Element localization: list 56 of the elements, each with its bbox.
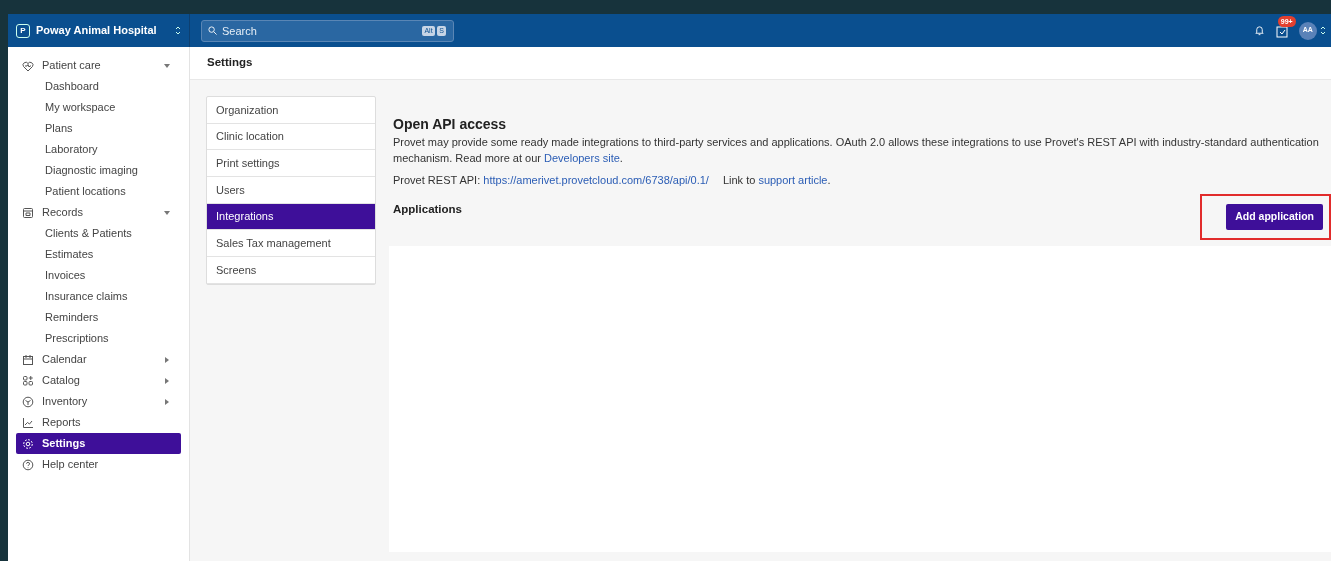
calendar-icon [22, 353, 34, 366]
support-link-text: Link to support article. [722, 173, 831, 189]
settings-menu-item[interactable]: Screens [207, 257, 375, 284]
sidebar-subitem[interactable]: Prescriptions [16, 328, 181, 349]
add-application-button[interactable]: Add application [1226, 203, 1323, 230]
gear-icon [22, 437, 34, 450]
api-url-link[interactable]: https://amerivet.provetcloud.com/6738/api/0.1/ [483, 174, 709, 187]
caret-icon [163, 398, 170, 405]
sidebar-subitem[interactable]: Patient locations [16, 181, 181, 202]
switch-icon[interactable] [175, 26, 181, 35]
page-title: Settings [190, 47, 1331, 80]
grid-icon [22, 374, 34, 387]
settings-menu-item[interactable]: Integrations [207, 203, 375, 231]
api-url-text: Provet REST API: https://amerivet.provetcloud.com/6738/api/0.1/ [393, 173, 709, 189]
caret-icon [163, 209, 170, 216]
search-icon [208, 25, 217, 35]
org-name[interactable]: Poway Animal Hospital [36, 22, 157, 39]
sidebar-item[interactable]: Patient care [16, 55, 181, 76]
switch-icon[interactable] [1319, 26, 1326, 35]
sidebar-subitem[interactable]: Estimates [16, 244, 181, 265]
sidebar-item[interactable]: Settings [16, 433, 181, 454]
sidebar-subitem[interactable]: Diagnostic imaging [16, 160, 181, 181]
sidebar-subitem[interactable]: Reminders [16, 307, 181, 328]
sidebar-item[interactable]: Reports [16, 412, 181, 433]
sidebar-subitem[interactable]: My workspace [16, 97, 181, 118]
bell-icon[interactable] [1253, 25, 1265, 36]
box-icon [22, 395, 34, 408]
sidebar-item[interactable]: Records [16, 202, 181, 223]
settings-menu-item[interactable]: Users [207, 177, 375, 204]
help-icon [22, 458, 34, 471]
sidebar-subitem[interactable]: Dashboard [16, 76, 181, 97]
settings-menu-item[interactable]: Print settings [207, 150, 375, 178]
applications-title: Applications [393, 201, 462, 217]
org-initial: P [16, 23, 30, 38]
sidebar-subitem[interactable]: Clients & Patients [16, 223, 181, 244]
calendar-icon[interactable] [1275, 24, 1288, 38]
sidebar-item[interactable]: Help center [16, 454, 181, 475]
settings-menu-item[interactable]: Clinic location [207, 123, 375, 151]
sidebar-subitem[interactable]: Invoices [16, 265, 181, 286]
sidebar-item[interactable]: Calendar [16, 349, 181, 370]
chart-icon [22, 416, 34, 429]
caret-icon [163, 356, 170, 363]
sidebar-subitem[interactable]: Plans [16, 118, 181, 139]
sidebar-item[interactable]: Inventory [16, 391, 181, 412]
developers-site-link[interactable]: Developers site [544, 151, 620, 164]
settings-menu-item[interactable]: Sales Tax management [207, 230, 375, 258]
caret-icon [163, 62, 170, 69]
sidebar-subitem[interactable]: Laboratory [16, 139, 181, 160]
sidebar-item[interactable]: Catalog [16, 370, 181, 391]
description-text: Provet may provide some ready made integrations to third-party services and applications. OAuth 2.0 allows these integrations to use Provet's REST API with industry-standard authentication mechanism. Read more at our Developers site. [393, 135, 1320, 166]
settings-menu-item[interactable]: Organization [207, 97, 375, 124]
heart-icon [22, 59, 34, 72]
folder-icon [22, 206, 34, 219]
caret-icon [163, 377, 170, 384]
sidebar-subitem[interactable]: Insurance claims [16, 286, 181, 307]
section-heading: Open API access [393, 115, 508, 134]
